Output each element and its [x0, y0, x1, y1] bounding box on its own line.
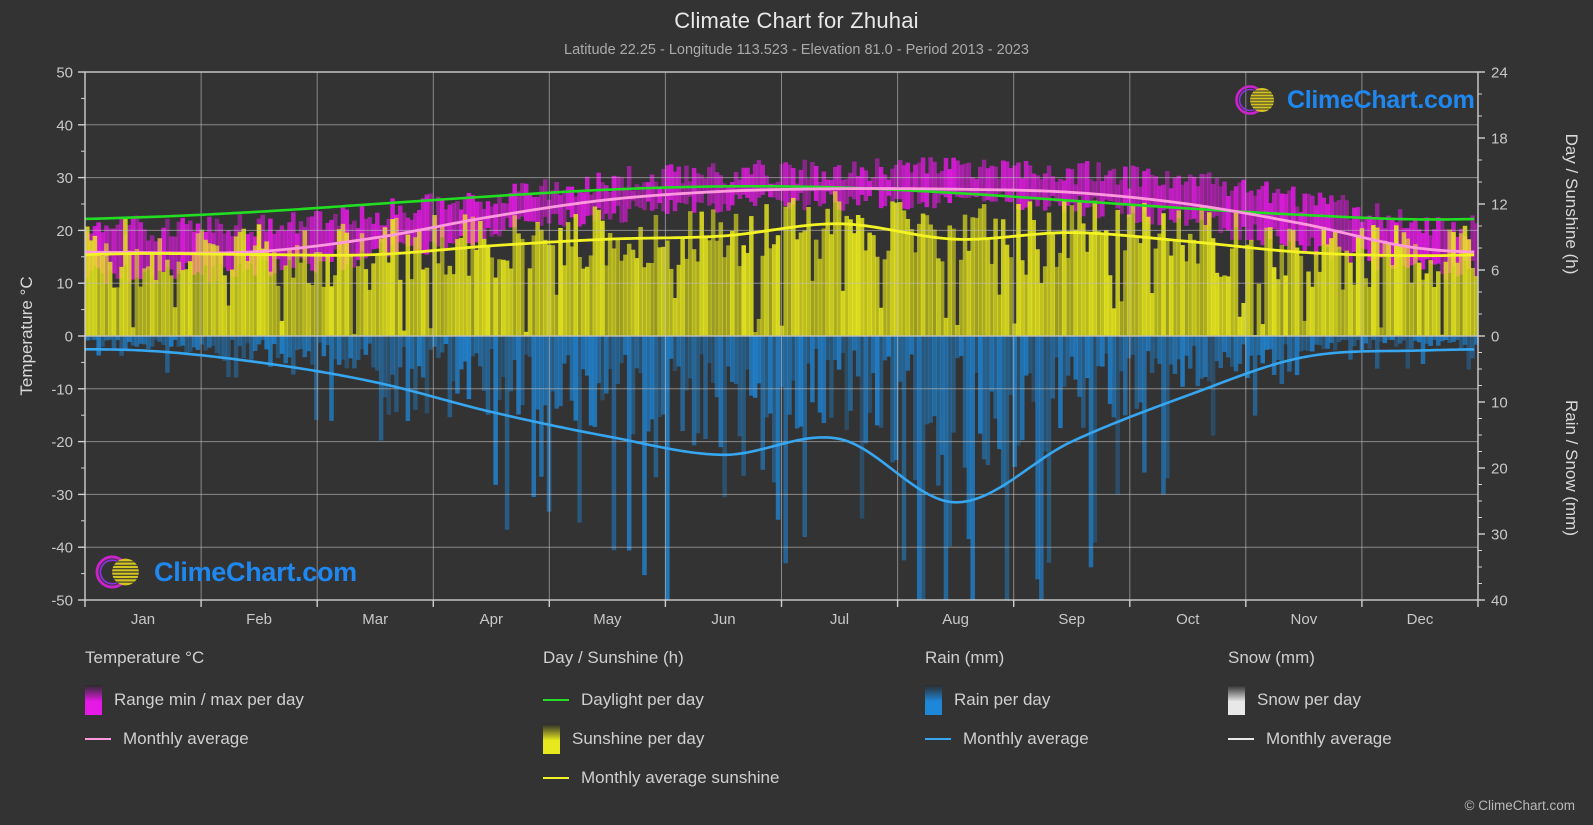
legend-item[interactable]: Monthly average [1228, 719, 1392, 758]
left-axis: 50 40 30 20 10 0 -10 -20 -30 -40 -50 [51, 65, 85, 610]
svg-text:20: 20 [1491, 461, 1508, 478]
legend-item-label: Range min / max per day [114, 689, 304, 709]
legend-item-label: Daylight per day [581, 689, 704, 709]
legend-item[interactable]: Monthly average sunshine [543, 758, 779, 797]
svg-text:0: 0 [1491, 329, 1499, 346]
x-axis-month-label: Nov [1291, 611, 1318, 628]
svg-text:30: 30 [56, 170, 73, 187]
right-axis-bottom-label: Rain / Snow (mm) [1562, 400, 1581, 536]
svg-text:-10: -10 [51, 381, 73, 398]
svg-text:-30: -30 [51, 487, 73, 504]
legend-column-temperature-c: Temperature °C Range min / max per day Mon… [85, 648, 304, 758]
legend-item[interactable]: Daylight per day [543, 680, 779, 719]
legend-column-rain-mm: Rain (mm) Rain per day Monthly average [925, 648, 1089, 758]
climechart-logo-mark [1235, 85, 1274, 115]
climechart-logo-mark-2 [95, 555, 139, 589]
legend-item[interactable]: Range min / max per day [85, 680, 304, 719]
x-axis-month-label: Oct [1176, 611, 1200, 628]
svg-text:10: 10 [56, 276, 73, 293]
legend-column-day-sunshine-h: Day / Sunshine (h) Daylight per day Sunshi… [543, 648, 779, 797]
legend-item-label: Rain per day [954, 689, 1051, 709]
legend-item[interactable]: Monthly average [925, 719, 1089, 758]
svg-text:-20: -20 [51, 434, 73, 451]
legend-heading: Temperature °C [85, 648, 205, 667]
legend-item-label: Monthly average [963, 728, 1089, 748]
logo-top: ClimeChart.com [1232, 80, 1475, 120]
legend-item-label: Monthly average [1266, 728, 1392, 748]
left-axis-label: Temperature °C [17, 276, 36, 395]
x-axis-month-label: May [593, 611, 622, 628]
x-axis-month-label: Mar [362, 611, 388, 628]
legend-column-snow-mm: Snow (mm) Snow per day Monthly average [1228, 648, 1392, 758]
right-axis: 24 18 12 6 0 10 20 30 40 [1478, 65, 1508, 610]
svg-text:24: 24 [1491, 65, 1508, 82]
legend-swatch-box [543, 723, 560, 754]
svg-text:12: 12 [1491, 197, 1508, 214]
legend-item-label: Monthly average sunshine [581, 767, 780, 787]
svg-text:50: 50 [56, 65, 73, 82]
svg-text:40: 40 [1491, 593, 1508, 610]
x-axis-month-label: Jul [830, 611, 849, 628]
x-axis-month-label: Jun [711, 611, 735, 628]
x-axis-month-label: Sep [1058, 611, 1085, 628]
right-axis-top-label: Day / Sunshine (h) [1562, 134, 1581, 275]
legend-swatch-box [85, 684, 102, 715]
svg-text:-50: -50 [51, 593, 73, 610]
legend-item-label: Snow per day [1257, 689, 1361, 709]
legend-item[interactable]: Rain per day [925, 680, 1089, 719]
svg-text:0: 0 [65, 329, 73, 346]
svg-text:40: 40 [56, 117, 73, 134]
x-axis-month-label: Jan [131, 611, 155, 628]
x-axis-month-label: Aug [942, 611, 969, 628]
x-axis-month-label: Dec [1407, 611, 1434, 628]
legend-swatch-line [543, 685, 569, 715]
legend-swatch-line [925, 724, 951, 754]
svg-text:20: 20 [56, 223, 73, 240]
svg-text:10: 10 [1491, 395, 1508, 412]
copyright-notice: © ClimeChart.com [1464, 798, 1575, 813]
x-axis: Jan Feb Mar Apr May Jun Jul Aug Sep Oct Nov Dec [84, 600, 1479, 628]
legend-heading: Snow (mm) [1228, 648, 1315, 667]
svg-text:6: 6 [1491, 263, 1499, 280]
legend-heading: Rain (mm) [925, 648, 1005, 667]
legend-swatch-line [543, 763, 569, 793]
legend-heading: Day / Sunshine (h) [543, 648, 684, 667]
legend-item-label: Monthly average [123, 728, 249, 748]
legend-swatch-box [925, 684, 942, 715]
svg-text:18: 18 [1491, 131, 1508, 148]
logo-bottom: ClimeChart.com [92, 549, 357, 595]
svg-text:30: 30 [1491, 527, 1508, 544]
svg-text:-40: -40 [51, 540, 73, 557]
x-axis-month-label: Apr [480, 611, 503, 628]
x-axis-month-label: Feb [246, 611, 272, 628]
legend-swatch-line [85, 724, 111, 754]
legend-swatch-box [1228, 684, 1245, 715]
logo-bottom-text: ClimeChart.com [154, 556, 357, 587]
legend-item-label: Sunshine per day [572, 728, 705, 748]
legend-item[interactable]: Sunshine per day [543, 719, 779, 758]
climate-chart-page: Climate Chart for Zhuhai Latitude 22.25 … [0, 0, 1593, 825]
logo-top-text: ClimeChart.com [1287, 85, 1475, 114]
chart-legend: Temperature °C Range min / max per day Mon… [85, 648, 1505, 818]
legend-swatch-line [1228, 724, 1254, 754]
legend-item[interactable]: Snow per day [1228, 680, 1392, 719]
legend-item[interactable]: Monthly average [85, 719, 304, 758]
